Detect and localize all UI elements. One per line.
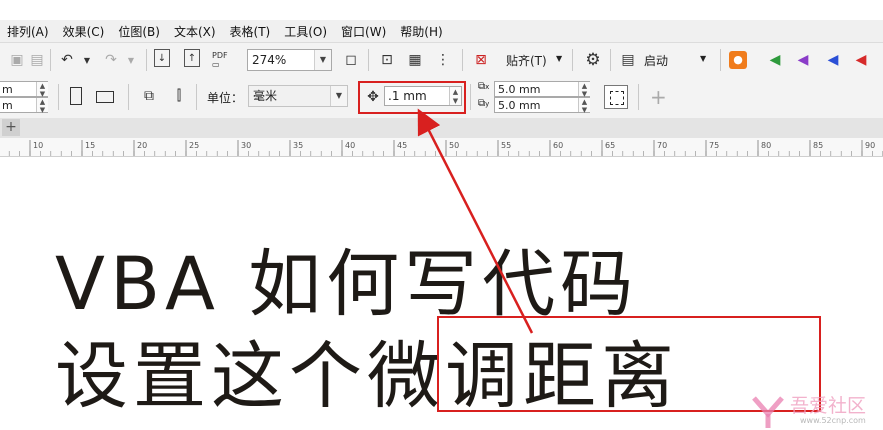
watermark-url: www.52cnp.com — [800, 416, 866, 425]
annotation-arrow — [417, 108, 534, 334]
watermark-name: 吾爱社区 — [790, 395, 867, 417]
watermark-logo-icon — [752, 396, 784, 428]
watermark: 吾爱社区 www.52cnp.com — [748, 388, 883, 430]
